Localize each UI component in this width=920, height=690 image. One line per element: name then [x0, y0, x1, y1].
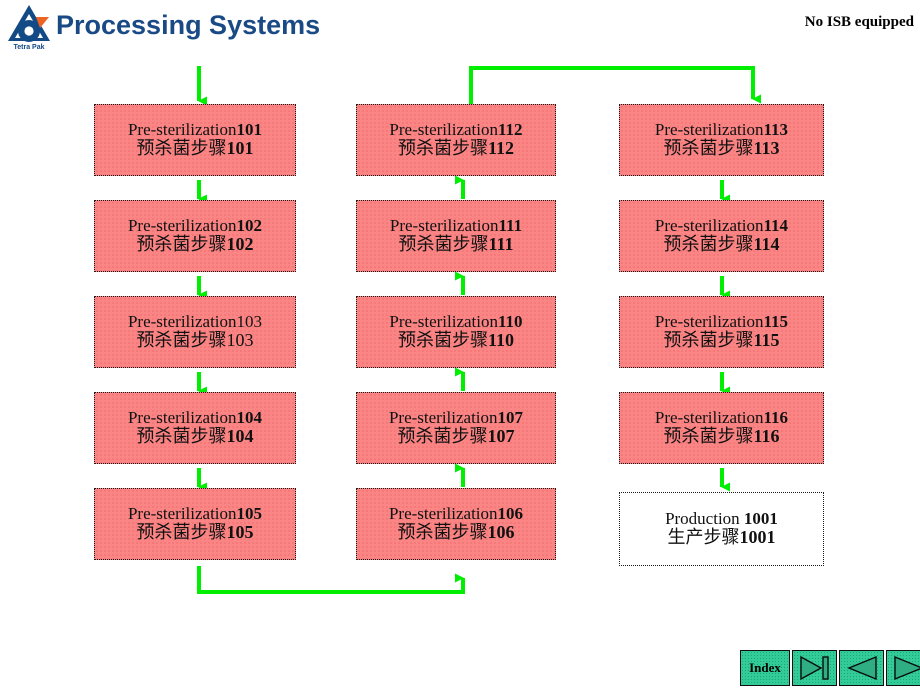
process-box-107-cn: 预杀菌步骤107 — [397, 426, 515, 447]
process-box-116-en: Pre-sterilization116 — [654, 408, 789, 428]
process-box-104[interactable]: Pre-sterilization104 预杀菌步骤104 — [94, 392, 296, 464]
skip-forward-icon — [799, 655, 829, 681]
process-box-106-en: Pre-sterilization106 — [388, 504, 524, 524]
process-box-114-cn: 预杀菌步骤114 — [663, 234, 780, 255]
process-box-110-cn: 预杀菌步骤110 — [397, 330, 514, 351]
process-box-107-en: Pre-sterilization107 — [388, 408, 524, 428]
process-box-110-en: Pre-sterilization110 — [389, 312, 523, 332]
process-box-102-cn: 预杀菌步骤102 — [136, 234, 254, 255]
process-box-107[interactable]: Pre-sterilization107 预杀菌步骤107 — [356, 392, 556, 464]
process-box-101-en: Pre-sterilization101 — [127, 120, 263, 140]
process-box-114-en: Pre-sterilization114 — [654, 216, 789, 236]
process-box-1001-en: Production 1001 — [665, 509, 778, 529]
process-box-103-cn: 预杀菌步骤103 — [136, 330, 254, 351]
last-slide-button[interactable] — [792, 650, 837, 686]
process-box-112-cn: 预杀菌步骤112 — [397, 138, 514, 159]
process-box-101[interactable]: Pre-sterilization101 预杀菌步骤101 — [94, 104, 296, 176]
process-box-102[interactable]: Pre-sterilization102 预杀菌步骤102 — [94, 200, 296, 272]
process-box-103-en: Pre-sterilization103 — [127, 312, 263, 332]
process-box-105-cn: 预杀菌步骤105 — [136, 522, 254, 543]
process-box-105-en: Pre-sterilization105 — [127, 504, 263, 524]
triangle-right-icon — [893, 655, 920, 681]
process-box-103[interactable]: Pre-sterilization103 预杀菌步骤103 — [94, 296, 296, 368]
process-box-113[interactable]: Pre-sterilization113 预杀菌步骤113 — [619, 104, 824, 176]
process-flow-diagram: Pre-sterilization101 预杀菌步骤101 Pre-steril… — [0, 0, 920, 690]
process-box-112-en: Pre-sterilization112 — [389, 120, 523, 140]
process-box-112[interactable]: Pre-sterilization112 预杀菌步骤112 — [356, 104, 556, 176]
connector-112-to-113 — [469, 66, 761, 104]
process-box-104-en: Pre-sterilization104 — [127, 408, 263, 428]
process-box-102-en: Pre-sterilization102 — [127, 216, 263, 236]
process-box-114[interactable]: Pre-sterilization114 预杀菌步骤114 — [619, 200, 824, 272]
navigation-button-group: Index — [740, 650, 920, 686]
process-box-104-cn: 预杀菌步骤104 — [136, 426, 254, 447]
process-box-115-cn: 预杀菌步骤115 — [663, 330, 780, 351]
process-box-116[interactable]: Pre-sterilization116 预杀菌步骤116 — [619, 392, 824, 464]
next-slide-button[interactable] — [886, 650, 920, 686]
process-box-1001-cn: 生产步骤1001 — [667, 527, 776, 548]
process-box-106-cn: 预杀菌步骤106 — [397, 522, 515, 543]
index-button-label: Index — [749, 660, 781, 675]
process-box-113-cn: 预杀菌步骤113 — [663, 138, 780, 159]
process-box-115[interactable]: Pre-sterilization115 预杀菌步骤115 — [619, 296, 824, 368]
connector-105-to-106 — [197, 566, 465, 594]
triangle-left-icon — [846, 655, 877, 681]
process-box-1001-production[interactable]: Production 1001 生产步骤1001 — [619, 492, 824, 566]
process-box-115-en: Pre-sterilization115 — [654, 312, 789, 332]
process-box-111[interactable]: Pre-sterilization111 预杀菌步骤111 — [356, 200, 556, 272]
process-box-113-en: Pre-sterilization113 — [654, 120, 789, 140]
previous-slide-button[interactable] — [839, 650, 884, 686]
process-box-116-cn: 预杀菌步骤116 — [663, 426, 780, 447]
process-box-110[interactable]: Pre-sterilization110 预杀菌步骤110 — [356, 296, 556, 368]
process-box-106[interactable]: Pre-sterilization106 预杀菌步骤106 — [356, 488, 556, 560]
process-box-111-cn: 预杀菌步骤111 — [398, 234, 514, 255]
process-box-101-cn: 预杀菌步骤101 — [136, 138, 254, 159]
index-button[interactable]: Index — [740, 650, 790, 686]
process-box-111-en: Pre-sterilization111 — [389, 216, 523, 236]
process-box-105[interactable]: Pre-sterilization105 预杀菌步骤105 — [94, 488, 296, 560]
